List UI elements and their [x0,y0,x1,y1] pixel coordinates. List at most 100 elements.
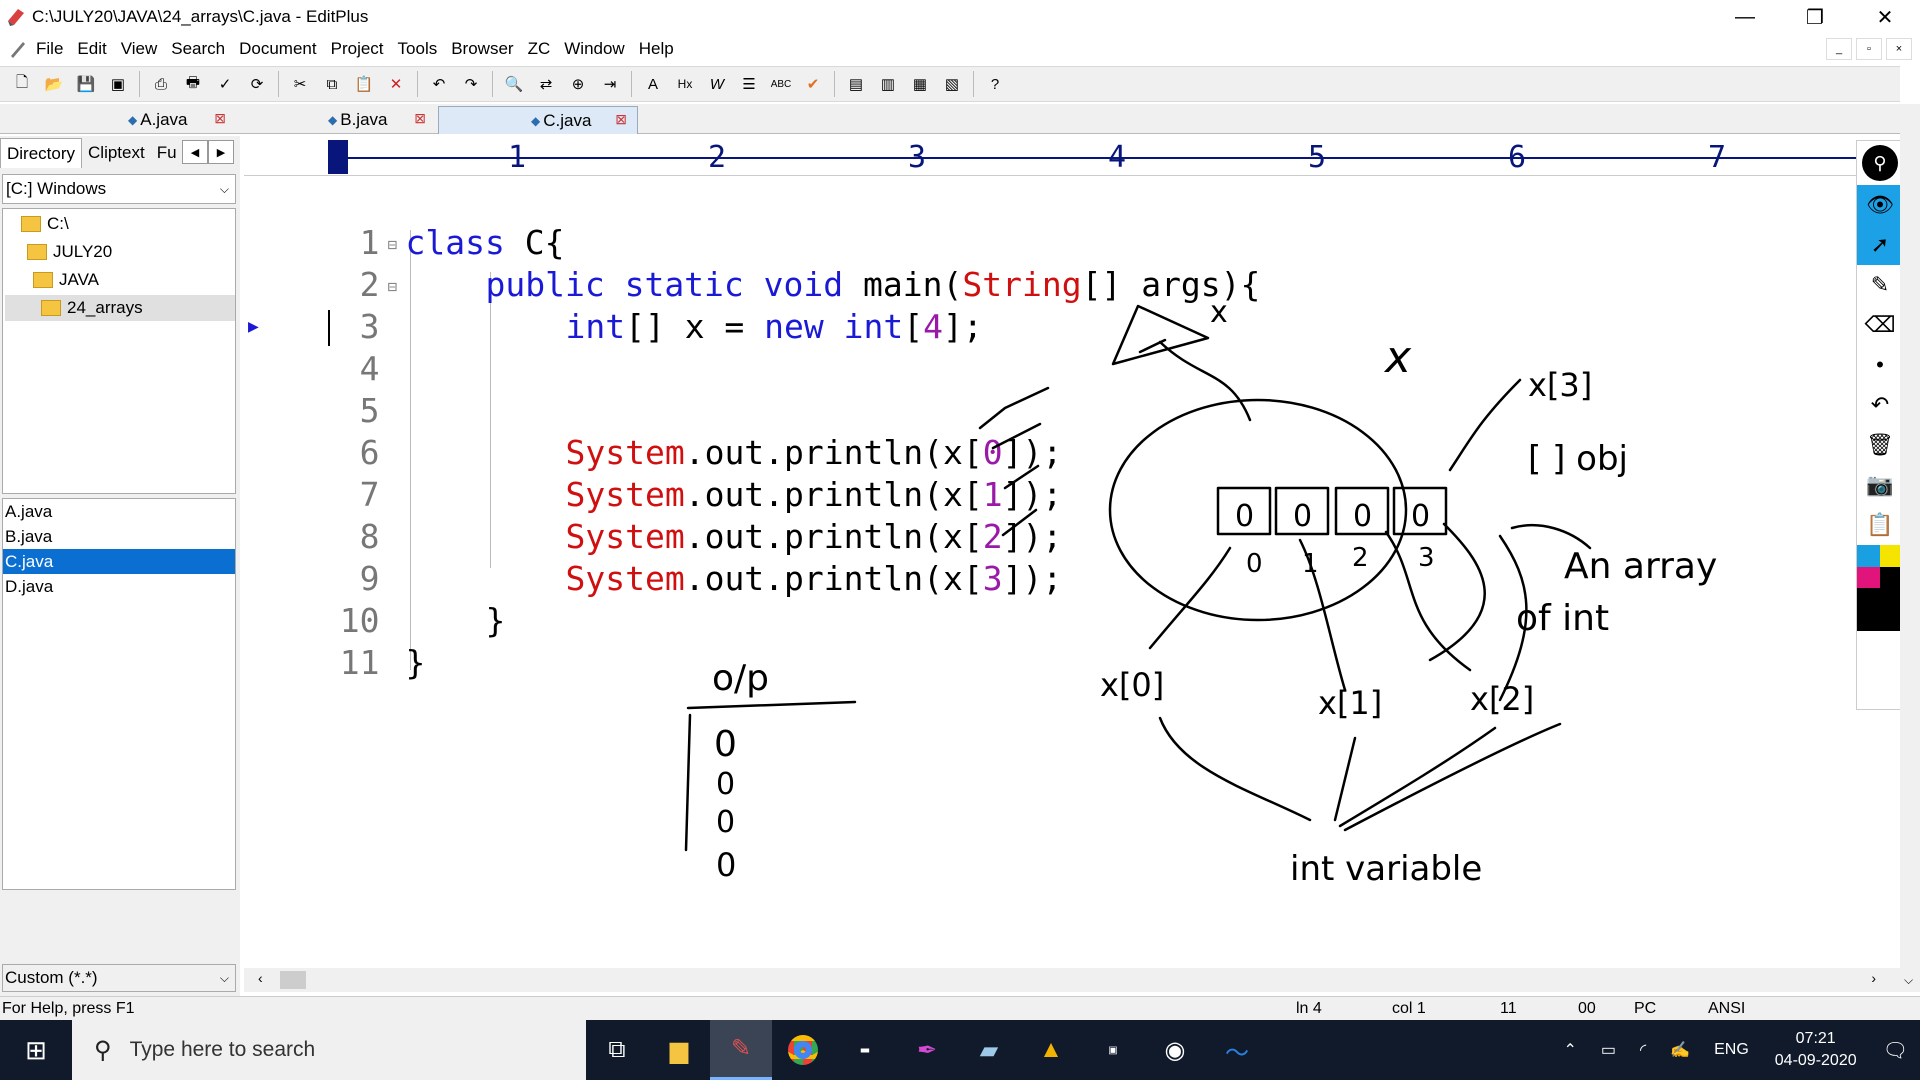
font-icon[interactable]: A [639,70,667,98]
menu-view[interactable]: View [121,39,158,59]
close-tab-icon[interactable]: ⊠ [214,110,226,127]
file-item-a-java[interactable]: A.java [3,499,235,524]
reload-icon[interactable]: ⟳ [243,70,271,98]
output-window-icon[interactable]: ▦ [906,70,934,98]
whiteboard-icon[interactable]: 〜 [1206,1020,1268,1080]
tab-functions[interactable]: Fu [151,138,183,168]
eraser-icon[interactable]: ⌫ [1857,305,1903,345]
paint-icon[interactable]: ✒ [896,1020,958,1080]
doc-close-button[interactable]: × [1886,38,1912,60]
print-preview-icon[interactable]: ⎙ [147,70,175,98]
dot-size-icon[interactable]: • [1857,345,1903,385]
close-button[interactable]: ✕ [1850,0,1920,34]
scroll-thumb[interactable] [280,971,306,989]
vertical-scrollbar[interactable]: ⌵ [1900,104,1920,992]
language-indicator[interactable]: ENG [1702,1041,1761,1059]
clipboard-icon[interactable]: 📋 [1857,505,1903,545]
code-editor[interactable]: 1 ⊟ class C{ 2 ⊟ public static void main(Str… [244,178,1900,970]
menu-project[interactable]: Project [331,39,384,59]
taskbar-search[interactable]: ⚲ Type here to search [72,1020,586,1080]
scroll-right-icon[interactable]: › [1871,970,1876,986]
new-file-icon[interactable]: 🗋 [8,70,36,98]
menu-tools[interactable]: Tools [398,39,438,59]
horizontal-scrollbar[interactable]: ‹ › [244,968,1900,992]
close-tab-icon[interactable]: ⊠ [615,111,627,128]
undo-icon[interactable]: ↶ [425,70,453,98]
tab-a-java[interactable]: ◆ A.java ⊠ [36,106,236,134]
chevron-up-icon[interactable]: ⌃ [1551,1040,1588,1060]
paste-icon[interactable]: 📋 [350,70,378,98]
goto-icon[interactable]: ⇥ [596,70,624,98]
save-all-icon[interactable]: ▣ [104,70,132,98]
copy-icon[interactable]: ⧉ [318,70,346,98]
tree-item-root[interactable]: C:\ [21,211,69,237]
save-icon[interactable]: 💾 [72,70,100,98]
mysql-icon[interactable]: ▣ [1082,1020,1144,1080]
highlighter-icon[interactable]: ✎ [1857,265,1903,305]
menu-window[interactable]: Window [564,39,624,59]
file-explorer-icon[interactable]: ▆ [648,1020,710,1080]
menu-zc[interactable]: ZC [528,39,551,59]
open-folder-icon[interactable]: 📂 [40,70,68,98]
notification-icon[interactable]: 🗨 [1871,1038,1920,1063]
color-palette[interactable] [1857,545,1903,631]
doc-restore-button[interactable]: ▫ [1856,38,1882,60]
menu-document[interactable]: Document [239,39,316,59]
cut-icon[interactable]: ✂ [286,70,314,98]
tree-item-24-arrays[interactable]: 24_arrays [5,295,235,321]
tab-directory[interactable]: Directory [0,138,83,168]
minimize-button[interactable]: — [1710,0,1780,34]
windows-start-icon[interactable]: ⊞ [0,1020,72,1080]
menu-edit[interactable]: Edit [77,39,106,59]
scroll-down-icon[interactable]: ⌵ [1904,973,1913,988]
print-icon[interactable]: 🖶 [179,70,207,98]
eye-icon[interactable]: 👁 [1857,185,1903,225]
find-in-files-icon[interactable]: ⊕ [564,70,592,98]
undo-icon[interactable]: ↶ [1857,385,1903,425]
file-filter-dropdown[interactable]: Custom (*.*) ⌵ [2,964,236,992]
wifi-icon[interactable]: ◜ [1628,1040,1658,1060]
cursor-arrow-icon[interactable]: ➚ [1857,225,1903,265]
word-wrap-icon[interactable]: W [703,70,731,98]
pen-app-logo-icon[interactable]: ⚲ [1857,141,1903,185]
clock[interactable]: 07:21 04-09-2020 [1761,1028,1871,1072]
tree-item-java[interactable]: JAVA [33,267,99,293]
camera-icon[interactable]: 📷 [1857,465,1903,505]
replace-icon[interactable]: ⇄ [532,70,560,98]
directory-window-icon[interactable]: ▤ [842,70,870,98]
tab-c-java[interactable]: ◆ C.java ⊠ [438,106,638,134]
find-icon[interactable]: 🔍 [500,70,528,98]
close-tab-icon[interactable]: ⊠ [414,110,426,127]
abc-ruler-icon[interactable]: ABC [767,70,795,98]
menu-help[interactable]: Help [639,39,674,59]
color-swatch-magenta[interactable] [1857,566,1880,588]
scroll-left-icon[interactable]: ‹ [258,970,263,986]
line-number-icon[interactable]: ☰ [735,70,763,98]
hex-icon[interactable]: Hx [671,70,699,98]
file-item-d-java[interactable]: D.java [3,574,235,599]
doc-minimize-button[interactable]: _ [1826,38,1852,60]
user-tool-icon[interactable]: ▧ [938,70,966,98]
color-swatch-black-large[interactable] [1857,588,1903,631]
trash-icon[interactable]: 🗑 [1857,425,1903,465]
file-item-b-java[interactable]: B.java [3,524,235,549]
pen-app-taskbar-icon[interactable]: ◉ [1144,1020,1206,1080]
file-item-c-java[interactable]: C.java [3,549,235,574]
battery-icon[interactable]: ▭ [1589,1040,1628,1060]
editplus-taskbar-icon[interactable]: ✎ [710,1020,772,1080]
notepad-icon[interactable]: ▰ [958,1020,1020,1080]
help-icon[interactable]: ? [981,70,1009,98]
tab-scroll-left-icon[interactable]: ◀ [182,140,208,164]
command-prompt-icon[interactable]: ▬ [834,1020,896,1080]
restore-button[interactable]: ❐ [1780,0,1850,34]
chrome-icon[interactable] [772,1020,834,1080]
check-icon[interactable]: ✔ [799,70,827,98]
redo-icon[interactable]: ↷ [457,70,485,98]
menu-search[interactable]: Search [171,39,225,59]
task-view-icon[interactable]: ⧉ [586,1020,648,1080]
drive-dropdown[interactable]: [C:] Windows ⌵ [2,174,236,204]
delete-icon[interactable]: ✕ [382,70,410,98]
google-drive-icon[interactable]: ▲ [1020,1020,1082,1080]
cliptext-window-icon[interactable]: ▥ [874,70,902,98]
tab-cliptext[interactable]: Cliptext [82,138,151,168]
